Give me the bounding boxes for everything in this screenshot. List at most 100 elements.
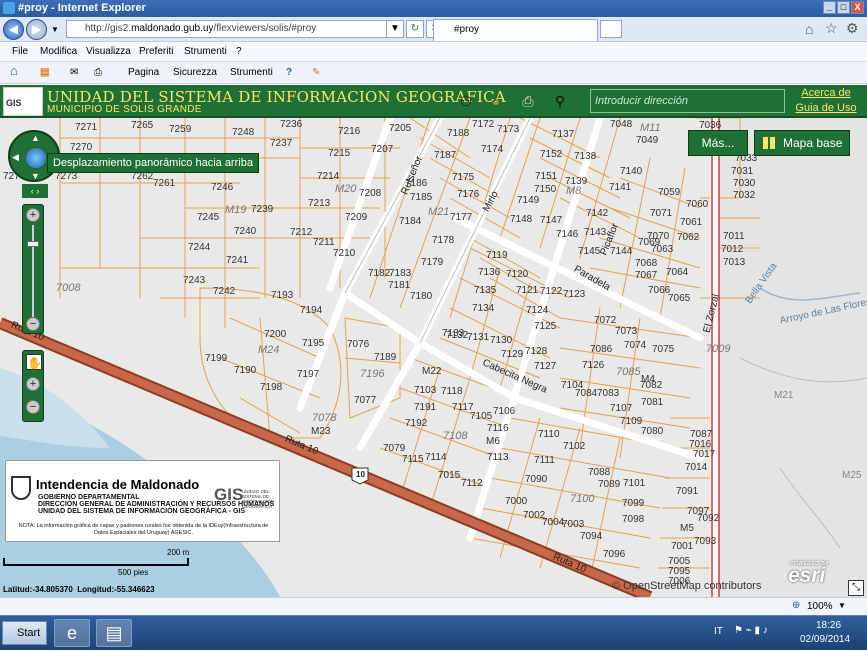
parcel-label: 7112 bbox=[461, 478, 483, 489]
clock-date[interactable]: 02/09/2014 bbox=[800, 634, 850, 645]
parcel-label: 7116 bbox=[487, 423, 509, 434]
menu-visualizza[interactable]: Visualizza bbox=[86, 46, 131, 57]
basemap-button[interactable]: Mapa base bbox=[754, 130, 850, 156]
close-button[interactable]: X bbox=[851, 1, 864, 14]
zoom-track[interactable] bbox=[32, 225, 34, 317]
parcel-label: 7209 bbox=[345, 212, 368, 223]
basemap-grid-icon bbox=[763, 137, 775, 149]
history-dropdown-icon[interactable]: ▼ bbox=[51, 25, 59, 34]
zoom-in-icon[interactable]: + bbox=[26, 377, 40, 391]
cmd-strumenti[interactable]: Strumenti bbox=[230, 67, 273, 78]
home-icon[interactable]: ⌂ bbox=[10, 63, 18, 78]
parcel-label: 7012 bbox=[721, 244, 744, 255]
latitude: Latitud:-34.805370 bbox=[3, 585, 73, 594]
about-link[interactable]: Acerca de bbox=[790, 86, 862, 101]
resize-icon[interactable]: ⤡ bbox=[848, 580, 864, 596]
help-icon[interactable]: ? bbox=[286, 67, 292, 78]
cmd-pagina[interactable]: Pagina bbox=[128, 67, 159, 78]
zoom-dropdown-icon[interactable]: ▼ bbox=[838, 601, 846, 610]
cmd-sicurezza[interactable]: Sicurezza bbox=[173, 67, 217, 78]
new-tab-button[interactable] bbox=[600, 20, 622, 38]
parcel-label: 7123 bbox=[563, 289, 586, 300]
parcel-label: 7241 bbox=[226, 255, 249, 266]
scale-bar: 200 m 500 pies bbox=[3, 548, 193, 578]
printer-icon[interactable]: ⎙ bbox=[517, 90, 539, 112]
parcel-label: 7098 bbox=[622, 514, 645, 525]
parcel-label: 7211 bbox=[313, 237, 335, 248]
menu-preferiti[interactable]: Preferiti bbox=[139, 46, 173, 57]
parcel-label: 7071 bbox=[650, 208, 673, 219]
parcel-label: 7102 bbox=[563, 441, 586, 452]
menu-modifica[interactable]: Modifica bbox=[40, 46, 77, 57]
menu-strumenti[interactable]: Strumenti bbox=[184, 46, 227, 57]
more-button[interactable]: Más... bbox=[688, 130, 748, 156]
back-button[interactable]: ◀ bbox=[3, 19, 24, 40]
zone-label: M21 bbox=[428, 206, 450, 218]
guide-link[interactable]: Guia de Uso bbox=[790, 101, 862, 116]
minimize-button[interactable]: _ bbox=[823, 1, 836, 14]
app-taskbar-icon[interactable]: ▤ bbox=[96, 619, 132, 647]
menu-help[interactable]: ? bbox=[236, 46, 242, 57]
mail-icon[interactable]: ✉ bbox=[70, 67, 78, 78]
refresh-button[interactable]: ↻ bbox=[406, 20, 424, 38]
pan-small-arrows[interactable]: ‹ › bbox=[22, 184, 48, 198]
zoom-out-icon[interactable]: − bbox=[26, 400, 40, 414]
menu-file[interactable]: File bbox=[12, 46, 28, 57]
tab-proy[interactable]: #proy bbox=[433, 19, 598, 41]
globe-icon[interactable] bbox=[26, 148, 46, 168]
forward-button[interactable]: ▶ bbox=[26, 19, 47, 40]
parcel-label: 7141 bbox=[609, 182, 632, 193]
url-dropdown-button[interactable]: ▼ bbox=[386, 20, 404, 38]
legend-dept-text: GOBIERNO DEPARTAMENTAL bbox=[38, 494, 140, 501]
parcel-label: 7062 bbox=[677, 232, 700, 243]
parcel-label: 7110 bbox=[538, 429, 560, 440]
rss-icon[interactable]: ▤ bbox=[40, 67, 49, 78]
binoculars-icon[interactable]: ⚇ bbox=[455, 90, 477, 112]
system-tray: IT ⚑ ⌁ ▮ ♪ 18:26 02/09/2014 bbox=[710, 616, 867, 651]
palette-icon[interactable]: ◕ bbox=[485, 90, 507, 112]
parcel-label: 7111 bbox=[534, 455, 555, 466]
gear-icon[interactable]: ⚙ bbox=[846, 20, 859, 37]
parcel-label: M22 bbox=[422, 366, 442, 377]
parcel-label: 7261 bbox=[153, 178, 176, 189]
maximize-button[interactable]: □ bbox=[837, 1, 850, 14]
ie-icon bbox=[3, 2, 15, 14]
pan-up-button[interactable]: ▲ bbox=[31, 133, 40, 143]
printer-icon[interactable]: ⎙ bbox=[94, 67, 102, 78]
pan-left-button[interactable]: ◀ bbox=[12, 152, 19, 162]
parcel-label: 7191 bbox=[414, 402, 437, 413]
parcel-label: 7115 bbox=[402, 454, 424, 465]
map-view[interactable]: 7271 7265 7259 7248 7236 7216 7205 7188 … bbox=[0, 118, 867, 597]
parcel-label: 7144 bbox=[610, 246, 633, 257]
parcel-label: 7135 bbox=[474, 285, 497, 296]
parcel-label: 7119 bbox=[486, 250, 508, 261]
parcel-label: 7236 bbox=[280, 119, 303, 130]
clock-time[interactable]: 18:26 bbox=[816, 620, 841, 631]
pan-down-button[interactable]: ▼ bbox=[31, 171, 40, 181]
zoom-thumb[interactable] bbox=[27, 241, 39, 247]
parcel-label: 7175 bbox=[452, 172, 475, 183]
legend-dir2: UNIDAD DEL SISTEMA DE INFORMACIÓN GEOGRÁ… bbox=[38, 508, 246, 515]
zoom-in-button[interactable]: + bbox=[26, 208, 40, 222]
parcel-label: 7088 bbox=[588, 467, 611, 478]
parcel-label: 7178 bbox=[432, 235, 455, 246]
url-field[interactable]: http://gis2.maldonado.gub.uy/flexviewers… bbox=[66, 20, 402, 38]
tray-icons[interactable]: ⚑ ⌁ ▮ ♪ bbox=[734, 625, 768, 636]
language-indicator[interactable]: IT bbox=[714, 626, 723, 637]
home-icon[interactable]: ⌂ bbox=[805, 21, 813, 37]
ie-taskbar-icon[interactable]: e bbox=[54, 619, 90, 647]
zoom-out-button[interactable]: − bbox=[26, 317, 40, 331]
start-button[interactable]: Start bbox=[2, 621, 47, 645]
address-search-input[interactable]: Introducir dirección bbox=[590, 89, 785, 113]
zoom-level[interactable]: 100% bbox=[807, 601, 833, 612]
parcel-label: 7004 bbox=[542, 517, 565, 528]
pin-icon[interactable]: ⚲ bbox=[549, 90, 571, 112]
parcel-label: 7080 bbox=[641, 426, 664, 437]
parcel-label: 7259 bbox=[169, 124, 192, 135]
pen-icon[interactable]: ✎ bbox=[312, 67, 320, 78]
zoom-slider[interactable]: + − bbox=[22, 204, 44, 334]
parcel-label: 7270 bbox=[70, 142, 93, 153]
hand-icon[interactable]: ✋ bbox=[26, 354, 42, 370]
star-icon[interactable]: ☆ bbox=[825, 20, 838, 37]
parcel-label: 7134 bbox=[472, 303, 495, 314]
